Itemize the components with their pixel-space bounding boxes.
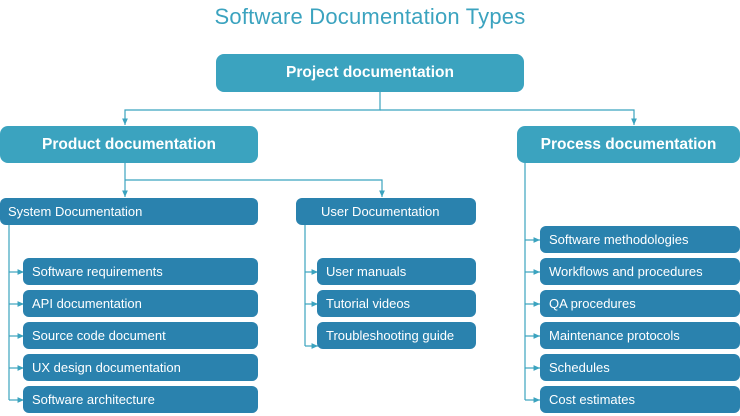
- user-item: Tutorial videos: [317, 290, 476, 317]
- user-item: User manuals: [317, 258, 476, 285]
- system-documentation-node: System Documentation: [0, 198, 258, 225]
- process-item: Maintenance protocols: [540, 322, 740, 349]
- system-item: Source code document: [23, 322, 258, 349]
- user-item: Troubleshooting guide: [317, 322, 476, 349]
- product-to-user-connector: [125, 179, 385, 197]
- system-item: API documentation: [23, 290, 258, 317]
- system-item: Software architecture: [23, 386, 258, 413]
- process-item: Schedules: [540, 354, 740, 381]
- process-item: Cost estimates: [540, 386, 740, 413]
- system-item: Software requirements: [23, 258, 258, 285]
- project-documentation-node: Project documentation: [216, 54, 524, 92]
- root-connector: [122, 92, 381, 125]
- system-item: UX design documentation: [23, 354, 258, 381]
- root-to-process-connector: [380, 109, 637, 125]
- product-documentation-node: Product documentation: [0, 126, 258, 163]
- user-documentation-node: User Documentation: [296, 198, 476, 225]
- process-item: Software methodologies: [540, 226, 740, 253]
- process-item: Workflows and procedures: [540, 258, 740, 285]
- process-item: QA procedures: [540, 290, 740, 317]
- process-documentation-node: Process documentation: [517, 126, 740, 163]
